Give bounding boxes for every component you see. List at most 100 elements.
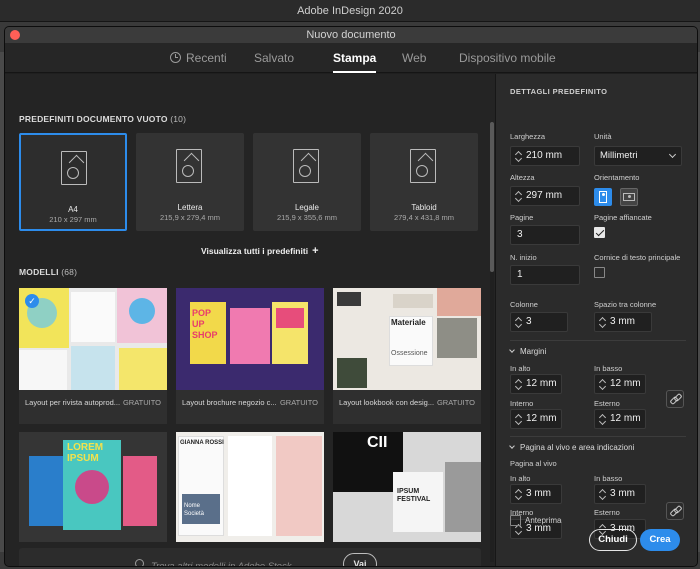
template-card[interactable]: POP UP SHOP Layout brochure negozio c... G… — [176, 288, 324, 424]
margin-top-field[interactable]: 12 mm — [510, 374, 562, 394]
create-button[interactable]: Crea — [640, 529, 680, 551]
templates-count: (68) — [61, 267, 78, 277]
start-page-value: 1 — [517, 269, 523, 280]
bleed-top-field[interactable]: 3 mm — [510, 484, 562, 504]
thumb-shape — [437, 288, 481, 316]
margin-inside-field[interactable]: 12 mm — [510, 409, 562, 429]
preset-name: A4 — [68, 205, 78, 214]
go-button[interactable]: Vai — [343, 553, 377, 566]
thumb-shape — [119, 348, 167, 390]
thumb-shape — [129, 298, 155, 324]
template-thumbnail: CII IPSUM FESTIVAL — [333, 432, 481, 542]
thumb-page — [123, 456, 157, 526]
stock-search-input[interactable] — [151, 557, 331, 566]
stepper-icon[interactable] — [599, 378, 606, 392]
stepper-icon[interactable] — [599, 488, 606, 502]
thumb-text-line: LOREM — [67, 442, 104, 453]
tab-bar: Recenti Salvato Stampa Web Dispositivo m… — [5, 43, 697, 73]
bleed-bottom-field[interactable]: 3 mm — [594, 484, 646, 504]
template-badge: GRATUITO — [436, 398, 475, 407]
view-all-label: Visualizza tutti i predefiniti — [201, 246, 309, 256]
tab-stampa[interactable]: Stampa — [333, 43, 377, 73]
app-title-bar: Adobe InDesign 2020 — [0, 0, 700, 22]
stepper-icon[interactable] — [515, 413, 522, 427]
preview-label: Anteprima — [525, 516, 562, 525]
thumb-text: LOREM IPSUM — [67, 442, 103, 464]
thumb-text: Materiale — [391, 318, 426, 327]
units-select[interactable]: Millimetri — [594, 146, 682, 166]
facing-pages-checkbox[interactable] — [594, 227, 605, 238]
stepper-icon[interactable] — [515, 150, 522, 164]
preview-checkbox[interactable] — [510, 515, 521, 526]
template-name: Layout lookbook con desig... — [339, 398, 435, 407]
primary-text-frame-label: Cornice di testo principale — [594, 253, 681, 262]
view-all-presets-link[interactable]: Visualizza tutti i predefiniti + — [201, 245, 319, 257]
gutter-value: 3 mm — [610, 316, 635, 327]
template-card[interactable]: CII IPSUM FESTIVAL — [333, 432, 481, 542]
tab-web[interactable]: Web — [402, 43, 426, 73]
primary-text-frame-checkbox[interactable] — [594, 267, 605, 278]
tab-dispositivo-mobile[interactable]: Dispositivo mobile — [459, 43, 556, 73]
details-header: DETTAGLI PREDEFINITO — [510, 87, 608, 96]
stepper-icon[interactable] — [515, 378, 522, 392]
tab-salvato[interactable]: Salvato — [254, 43, 294, 73]
thumb-page — [230, 308, 270, 364]
close-window-icon[interactable] — [10, 30, 20, 40]
presets-section-label: PREDEFINITI DOCUMENTO VUOTO — [19, 114, 168, 124]
height-value: 297 mm — [526, 190, 563, 201]
stepper-icon[interactable] — [515, 488, 522, 502]
thumb-image — [445, 462, 481, 532]
preset-size: 215,9 x 279,4 mm — [159, 213, 221, 222]
document-icon — [61, 151, 87, 185]
bleed-slug-toggle[interactable]: Pagina al vivo e area indicazioni — [509, 443, 634, 452]
template-card[interactable]: GIANNA ROSSI Nome Società — [176, 432, 324, 542]
thumb-text: GIANNA ROSSI — [180, 440, 224, 446]
template-thumbnail: LOREM IPSUM — [19, 432, 167, 542]
thumb-image — [337, 358, 367, 388]
landscape-orientation-button[interactable] — [620, 188, 638, 206]
scrollbar-thumb[interactable] — [490, 122, 494, 272]
preset-tabloid[interactable]: Tabloid 279,4 x 431,8 mm — [370, 133, 478, 231]
templates-section-title: MODELLI (68) — [19, 267, 77, 277]
bleed-bottom-label: In basso — [594, 474, 623, 483]
stepper-icon[interactable] — [515, 316, 522, 330]
margin-outside-value: 12 mm — [610, 413, 641, 424]
preset-lettera[interactable]: Lettera 215,9 x 279,4 mm — [136, 133, 244, 231]
height-field[interactable]: 297 mm — [510, 186, 580, 206]
close-button[interactable]: Chiudi — [589, 529, 637, 551]
stepper-icon[interactable] — [515, 190, 522, 204]
margin-bottom-label: In basso — [594, 364, 623, 373]
link-bleed-icon[interactable] — [666, 502, 684, 520]
stepper-icon[interactable] — [599, 413, 606, 427]
margin-outside-field[interactable]: 12 mm — [594, 409, 646, 429]
link-margins-icon[interactable] — [666, 390, 684, 408]
stepper-icon[interactable] — [599, 316, 606, 330]
start-page-field[interactable]: 1 — [510, 265, 580, 285]
portrait-orientation-button[interactable] — [594, 188, 612, 206]
presets-and-templates-area: PREDEFINITI DOCUMENTO VUOTO (10) A4 210 … — [5, 74, 495, 566]
columns-label: Colonne — [510, 300, 538, 309]
margins-toggle[interactable]: Margini — [509, 347, 546, 356]
template-badge: GRATUITO — [122, 398, 161, 407]
preset-legale[interactable]: Legale 215,9 x 355,6 mm — [253, 133, 361, 231]
template-card[interactable]: ✓ Layout per rivista autoprod... GRATUIT… — [19, 288, 167, 424]
thumb-image — [437, 318, 477, 358]
pages-field[interactable]: 3 — [510, 225, 580, 245]
margin-bottom-field[interactable]: 12 mm — [594, 374, 646, 394]
margin-bottom-value: 12 mm — [610, 378, 641, 389]
stock-search-bar: Vai — [19, 548, 481, 566]
thumb-text: CII — [367, 434, 388, 451]
app-title: Adobe InDesign 2020 — [297, 5, 403, 17]
gutter-field[interactable]: 3 mm — [594, 312, 652, 332]
presets-count: (10) — [170, 114, 187, 124]
width-field[interactable]: 210 mm — [510, 146, 580, 166]
tab-recenti[interactable]: Recenti — [170, 43, 227, 73]
columns-field[interactable]: 3 — [510, 312, 568, 332]
presets-section-title: PREDEFINITI DOCUMENTO VUOTO (10) — [19, 114, 186, 124]
templates-scrollbar[interactable] — [490, 122, 494, 562]
template-card[interactable]: Materiale Ossessione Layout lookbook con… — [333, 288, 481, 424]
template-name: Layout brochure negozio c... — [182, 398, 277, 407]
thumb-text: POP UP SHOP — [192, 308, 218, 341]
preset-a4[interactable]: A4 210 x 297 mm — [19, 133, 127, 231]
template-card[interactable]: LOREM IPSUM — [19, 432, 167, 542]
